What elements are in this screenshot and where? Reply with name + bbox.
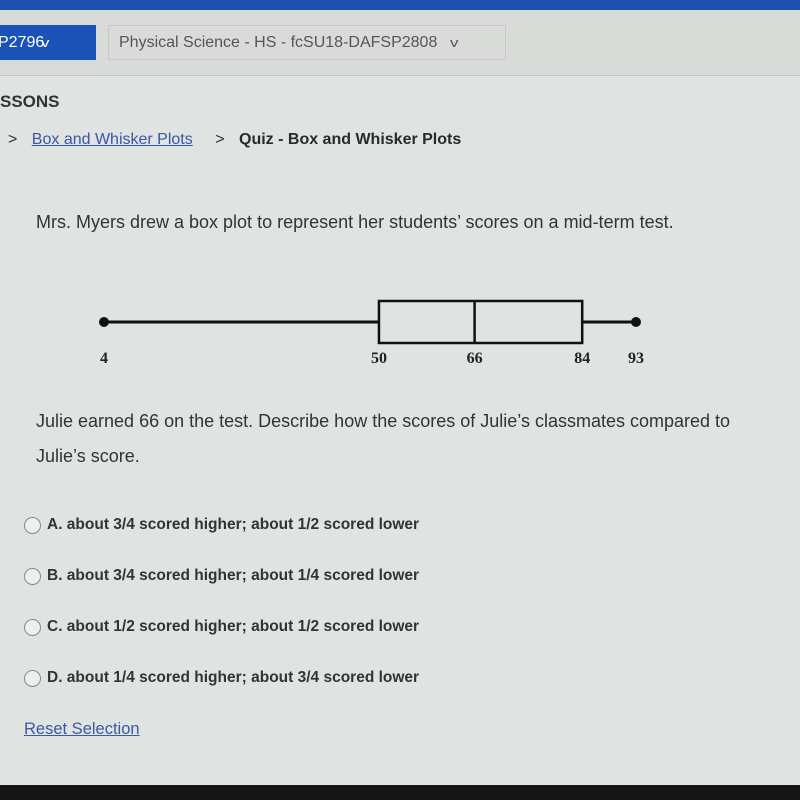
tick-label: 93 bbox=[628, 350, 644, 367]
course-code-dropdown[interactable]: P2796v bbox=[0, 25, 96, 60]
tick-label: 50 bbox=[371, 350, 387, 367]
chevron-right-icon: > bbox=[215, 131, 225, 148]
radio-button[interactable] bbox=[24, 567, 41, 585]
option-b[interactable]: B. about 3/4 scored higher; about 1/4 sc… bbox=[24, 567, 419, 585]
tick-label: 66 bbox=[467, 350, 483, 367]
chevron-right-icon: > bbox=[8, 131, 18, 148]
tick-label: 4 bbox=[100, 350, 108, 367]
option-a[interactable]: A. about 3/4 scored higher; about 1/2 sc… bbox=[24, 516, 419, 534]
option-c[interactable]: C. about 1/2 scored higher; about 1/2 sc… bbox=[24, 618, 419, 636]
section-title: SSONS bbox=[0, 92, 60, 111]
min-point bbox=[99, 317, 109, 327]
max-point bbox=[631, 317, 641, 327]
box-plot: 4 50 66 84 93 bbox=[99, 299, 644, 367]
reset-selection-link[interactable]: Reset Selection bbox=[24, 720, 140, 739]
top-bar bbox=[0, 0, 800, 10]
radio-button[interactable] bbox=[24, 516, 41, 534]
breadcrumb-current: Quiz - Box and Whisker Plots bbox=[239, 131, 462, 148]
radio-button[interactable] bbox=[24, 618, 41, 636]
option-d[interactable]: D. about 1/4 scored higher; about 3/4 sc… bbox=[24, 669, 419, 687]
course-select-dropdown[interactable]: Physical Science - HS - fcSU18-DAFSP2808… bbox=[108, 25, 506, 60]
course-select-label: Physical Science - HS - fcSU18-DAFSP2808 bbox=[119, 34, 438, 51]
option-label: D. about 1/4 scored higher; about 3/4 sc… bbox=[47, 669, 420, 686]
question-intro: Mrs. Myers drew a box plot to represent … bbox=[36, 212, 674, 232]
radio-button[interactable] bbox=[24, 669, 41, 687]
box-iqr bbox=[377, 299, 584, 345]
course-nav: P2796v Physical Science - HS - fcSU18-DA… bbox=[0, 10, 800, 76]
course-code: P2796 bbox=[0, 34, 45, 51]
screen-bezel bbox=[0, 785, 800, 800]
option-label: B. about 3/4 scored higher; about 1/4 sc… bbox=[47, 567, 420, 584]
question-prompt: Julie earned 66 on the test. Describe ho… bbox=[36, 411, 731, 466]
breadcrumb: > Box and Whisker Plots > Quiz - Box and… bbox=[8, 131, 461, 149]
tick-label: 84 bbox=[574, 350, 590, 367]
chevron-down-icon: v bbox=[41, 35, 50, 50]
breadcrumb-parent-link[interactable]: Box and Whisker Plots bbox=[32, 131, 193, 148]
option-label: C. about 1/2 scored higher; about 1/2 sc… bbox=[47, 618, 420, 635]
chevron-down-icon: v bbox=[450, 35, 459, 50]
option-label: A. about 3/4 scored higher; about 1/2 sc… bbox=[47, 516, 420, 533]
